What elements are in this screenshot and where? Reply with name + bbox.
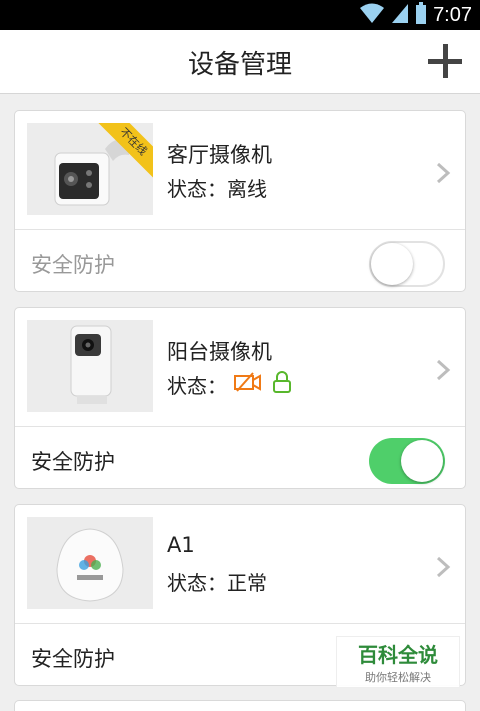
chevron-right-icon [435, 358, 451, 382]
watermark-logo: 百科全说 助你轻松解决 [336, 636, 460, 688]
device-status: 状态： [167, 370, 293, 399]
device-name: A1 [167, 533, 195, 557]
status-bar: 7:07 [0, 0, 480, 30]
device-thumbnail: 不在线 [27, 123, 153, 215]
chevron-right-icon [435, 161, 451, 185]
status-label: 状态： [167, 177, 227, 201]
toggle-knob [371, 243, 413, 285]
status-label: 状态： [167, 374, 227, 398]
sensor-image [27, 517, 153, 609]
divider [15, 229, 465, 230]
watermark-subtitle: 助你轻松解决 [365, 671, 431, 684]
device-status: 状态： 离线 [167, 173, 267, 202]
device-name: 客厅摄像机 [167, 143, 272, 167]
device-card-living-room[interactable]: 不在线 客厅摄像机 状态： 离线 安全防护 [14, 110, 466, 292]
page-title: 设备管理 [187, 50, 292, 80]
security-toggle[interactable] [369, 438, 445, 484]
video-off-icon [233, 371, 263, 398]
security-label: 安全防护 [31, 450, 115, 474]
app-header: 设备管理 [0, 30, 480, 94]
device-card-balcony[interactable]: 阳台摄像机 状态： 安全防护 [14, 307, 466, 489]
security-label: 安全防护 [31, 647, 115, 671]
security-toggle[interactable] [369, 241, 445, 287]
status-label: 状态： [167, 571, 227, 595]
device-status: 状态： 正常 [167, 567, 267, 596]
signal-icon [391, 2, 409, 28]
device-name: 阳台摄像机 [167, 340, 272, 364]
security-label: 安全防护 [31, 253, 115, 277]
add-device-button[interactable] [428, 44, 464, 80]
device-card-partial[interactable] [14, 700, 466, 711]
battery-icon [415, 2, 427, 28]
status-value: 正常 [227, 571, 267, 595]
wifi-icon [359, 2, 385, 28]
toggle-knob [401, 440, 443, 482]
device-thumbnail [27, 517, 153, 609]
status-value: 离线 [227, 177, 267, 201]
divider [15, 426, 465, 427]
chevron-right-icon [435, 555, 451, 579]
watermark-title: 百科全说 [358, 643, 438, 667]
lock-icon [271, 370, 293, 399]
status-time: 7:07 [433, 3, 472, 26]
device-thumbnail [27, 320, 153, 412]
divider [15, 623, 465, 624]
camera-image [27, 320, 153, 412]
